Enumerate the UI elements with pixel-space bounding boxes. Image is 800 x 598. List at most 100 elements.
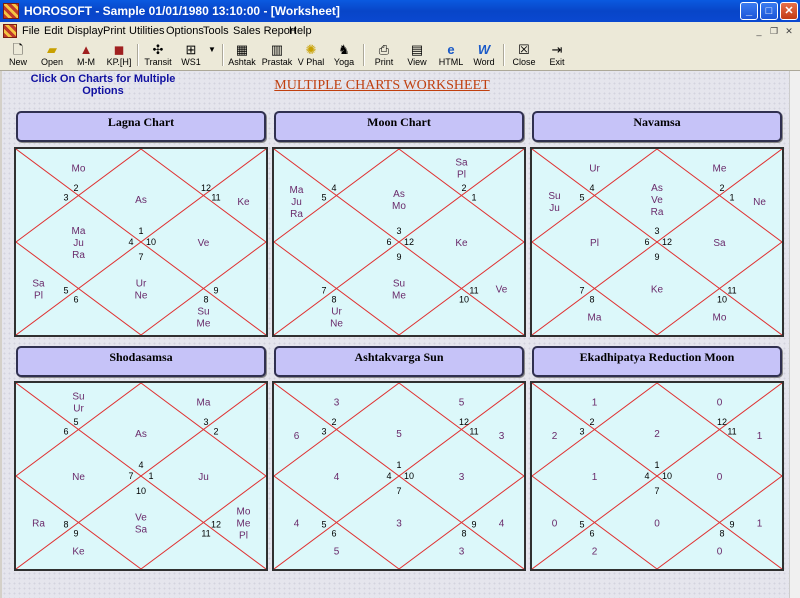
house-sign-number: 2 — [331, 417, 336, 427]
house-sign-number: 4 — [331, 183, 336, 193]
navamsa-chart[interactable]: 3 4 5 6 7 8 9 10 11 12 1 2 As Ve Ra Ur Su Ju Pl Ma Ke Mo Sa Ne M… — [530, 147, 784, 337]
house-sign-number: 2 — [589, 417, 594, 427]
toolbar-prastak-button[interactable]: ▥ Prastak — [260, 41, 294, 69]
house-entry: As — [135, 195, 147, 206]
house-sign-number: 1 — [729, 192, 734, 202]
chart-title-navamsa[interactable]: Navamsa — [532, 111, 782, 142]
toolbar-ws1-dropdown[interactable]: ▼ — [206, 41, 218, 69]
house-sign-number: 9 — [73, 529, 78, 539]
menu-tools[interactable]: Tools — [203, 25, 229, 37]
toolbar-ashtak-button[interactable]: ▦ Ashtak — [226, 41, 258, 69]
house-sign-number: 9 — [471, 519, 476, 529]
house-sign-number: 2 — [461, 183, 466, 193]
house-sign-number: 1 — [148, 471, 153, 481]
house-sign-number: 8 — [589, 295, 594, 305]
toolbar-vphal-button[interactable]: ✺ V Phal — [296, 41, 326, 69]
menu-display[interactable]: Display — [67, 25, 103, 37]
house-sign-number: 3 — [396, 226, 401, 236]
house-sign-number: 1 — [396, 460, 401, 470]
minimize-button[interactable]: _ — [740, 2, 758, 20]
house-entry: Ju — [549, 203, 560, 214]
toolbar-open-button[interactable]: ▰ Open — [38, 41, 66, 69]
toolbar-separator — [222, 44, 224, 66]
house-entry: Ma — [197, 398, 211, 409]
chart-svg: 123456789101112536445334335 — [274, 383, 524, 569]
menu-help[interactable]: Help — [289, 25, 312, 37]
house-entry: Ke — [72, 546, 85, 557]
chart-title-ashtakvarga-sun[interactable]: Ashtakvarga Sun — [274, 346, 524, 377]
house-sign-number: 8 — [203, 295, 208, 305]
menu-sales-report[interactable]: Sales Report — [233, 25, 297, 37]
window-title: HOROSOFT - Sample 01/01/1980 13:10:00 - … — [24, 4, 340, 18]
chart-title-ekadhipatya[interactable]: Ekadhipatya Reduction Moon — [532, 346, 782, 377]
ekadhipatya-chart[interactable]: 1 2 3 4 5 6 7 8 9 10 11 12 2 1 2 1 0 2 0 0 1 0 1 0 — [530, 381, 784, 571]
word-icon: W — [477, 42, 491, 57]
chart-title-moon[interactable]: Moon Chart — [274, 111, 524, 142]
chart-svg: 123456789101112212102001010 — [532, 383, 782, 569]
view-icon: ▤ — [410, 42, 424, 57]
chart-title-lagna[interactable]: Lagna Chart — [16, 111, 266, 142]
house-entry: 4 — [499, 519, 505, 530]
house-sign-number: 7 — [579, 285, 584, 295]
mdi-close-icon[interactable]: ✕ — [782, 25, 796, 37]
hint-text: Click On Charts for Multiple Options — [30, 73, 176, 97]
moon-chart[interactable]: 3 4 5 6 7 8 9 10 11 12 1 2 As Mo Ma Ju Ra Ur Ne Su Me Ve Ke Sa P… — [272, 147, 526, 337]
house-entry: As — [135, 429, 147, 440]
house-entry: Mo — [72, 164, 86, 175]
chart-title-shodasamsa[interactable]: Shodasamsa — [16, 346, 266, 377]
house-entry: Ra — [651, 207, 664, 218]
toolbar-close-button[interactable]: ☒ Close — [510, 41, 538, 69]
toolbar-new-button[interactable]: 🗋 New — [4, 41, 32, 69]
exit-icon: ⇥ — [551, 42, 563, 57]
house-sign-number: 11 — [211, 192, 220, 202]
menu-file[interactable]: File — [22, 25, 40, 37]
shodasamsa-chart[interactable]: 4 5 6 7 8 9 10 11 12 1 2 3 As Su Ur Ne Ra Ke Ve Sa Mo Me Pl Ju M… — [14, 381, 268, 571]
house-sign-number: 3 — [579, 426, 584, 436]
toolbar-word-button[interactable]: W Word — [470, 41, 498, 69]
close-window-button[interactable]: ✕ — [780, 2, 798, 20]
open-icon: ▰ — [47, 42, 57, 57]
house-sign-number: 7 — [321, 285, 326, 295]
house-entry: Ur — [136, 279, 147, 290]
toolbar-exit-button[interactable]: ⇥ Exit — [543, 41, 571, 69]
menu-edit[interactable]: Edit — [44, 25, 63, 37]
toolbar-print-button[interactable]: ⎙ Print — [370, 41, 398, 69]
mdi-minimize-icon[interactable]: _ — [752, 25, 766, 37]
app-icon[interactable] — [3, 3, 19, 19]
house-entry: 2 — [552, 431, 558, 442]
house-entry: Ma — [290, 185, 304, 196]
mdi-restore-icon[interactable]: ❐ — [767, 25, 781, 37]
house-entry: Me — [237, 519, 251, 530]
menu-print[interactable]: Print — [103, 25, 126, 37]
house-entry: Ne — [330, 318, 343, 329]
menu-utilities[interactable]: Utilities — [129, 25, 164, 37]
house-entry: 3 — [396, 519, 402, 530]
toolbar-transit-button[interactable]: ✣ Transit — [143, 41, 173, 69]
house-sign-number: 9 — [396, 252, 401, 262]
house-sign-number: 7 — [654, 486, 659, 496]
house-sign-number: 5 — [73, 417, 78, 427]
menu-options[interactable]: Options — [166, 25, 204, 37]
toolbar-view-button[interactable]: ▤ View — [403, 41, 431, 69]
toolbar-mm-button[interactable]: ▲ M-M — [72, 41, 100, 69]
house-entry: 6 — [294, 431, 300, 442]
house-sign-number: 10 — [717, 295, 727, 305]
toolbar-kp-button[interactable]: ◼ KP.[H] — [104, 41, 134, 69]
maximize-button[interactable]: □ — [760, 2, 778, 20]
house-entry: Me — [392, 291, 406, 302]
house-sign-number: 10 — [459, 295, 469, 305]
lagna-chart[interactable]: 1 2 3 4 5 6 7 8 9 10 11 12 As Mo Ma Ju Ra Sa Pl Ur Ne Su Me Ve K… — [14, 147, 268, 337]
ashtakvarga-sun-chart[interactable]: 1 2 3 4 5 6 7 8 9 10 11 12 5 3 6 4 4 5 3 3 4 3 3 5 — [272, 381, 526, 571]
house-entry: 4 — [334, 472, 340, 483]
house-sign-number: 12 — [201, 183, 211, 193]
vertical-scrollbar[interactable] — [789, 71, 800, 598]
title-bar[interactable]: HOROSOFT - Sample 01/01/1980 13:10:00 - … — [0, 0, 800, 22]
document-icon[interactable] — [3, 24, 17, 38]
house-entry: Su — [548, 191, 560, 202]
toolbar-ws1-button[interactable]: ⊞ WS1 — [178, 41, 204, 69]
house-entry: Sa — [32, 279, 45, 290]
toolbar-yoga-button[interactable]: ♞ Yoga — [330, 41, 358, 69]
house-entry: Ve — [135, 513, 147, 524]
house-sign-number: 8 — [719, 529, 724, 539]
toolbar-html-button[interactable]: e HTML — [436, 41, 466, 69]
